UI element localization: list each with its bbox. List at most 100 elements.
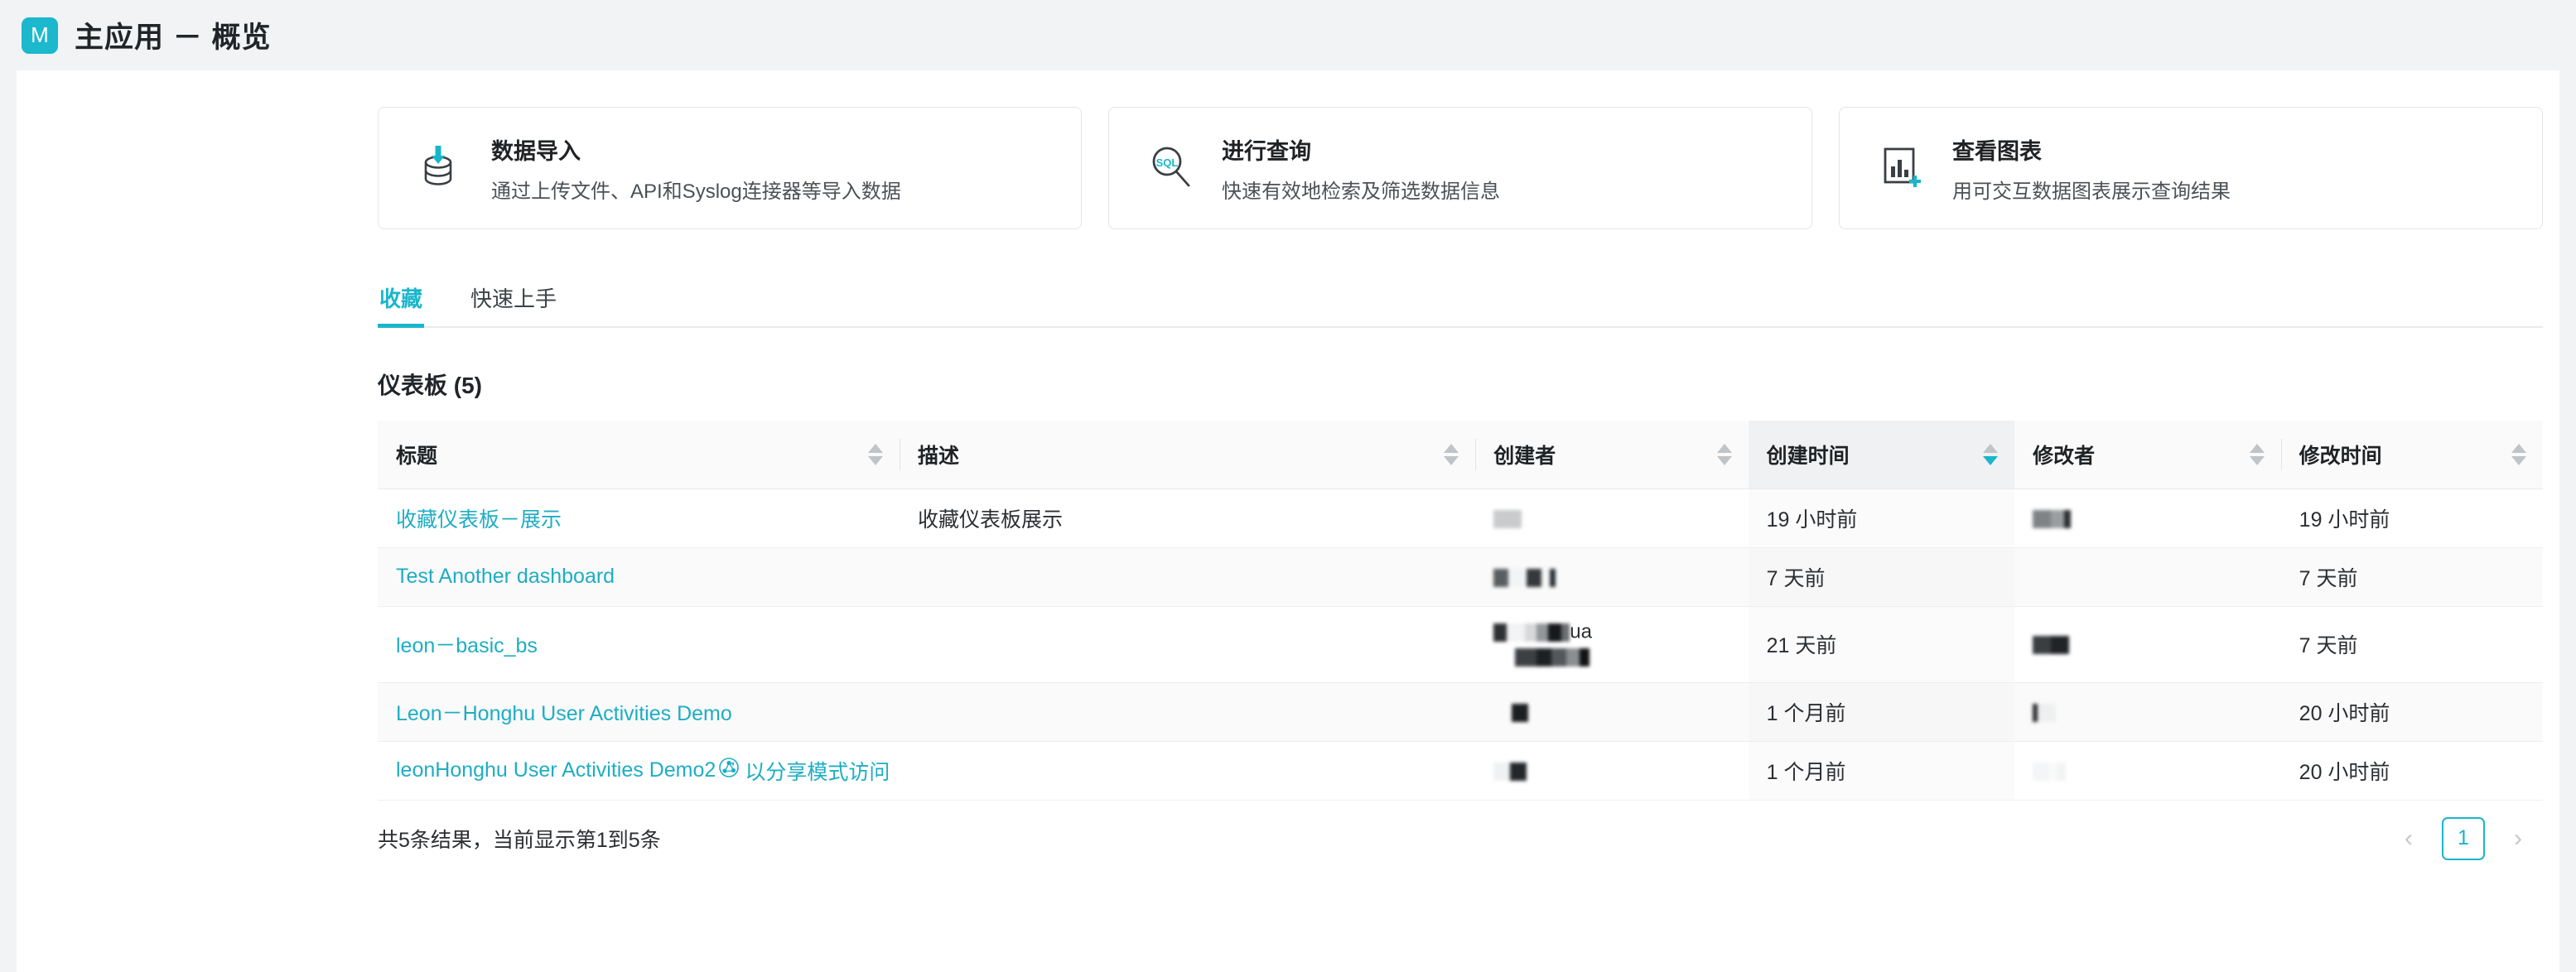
cell-modify-time: 7 天前 (2280, 547, 2543, 607)
sort-toggle-modifier[interactable] (2249, 443, 2265, 465)
dashboard-link[interactable]: Leon－Honghu User Activities Demo (396, 697, 732, 727)
card-text: 进行查询 快速有效地检索及筛选数据信息 (1222, 133, 1500, 204)
redacted-username (2033, 633, 2070, 657)
sort-toggle-create-time[interactable] (1983, 443, 1999, 465)
result-count-text: 共5条结果，当前显示第1到5条 (378, 828, 661, 852)
card-text: 查看图表 用可交互数据图表展示查询结果 (1952, 133, 2231, 204)
column-label: 创建者 (1493, 444, 1556, 468)
dashboard-table-wrapper: 标题 描述 创建者 创建时间 修改者 修改时间 收藏仪表板－展示 收藏仪表板展示… (378, 421, 2543, 801)
sql-search-icon: SQL (1147, 142, 1199, 194)
cell-modifier (2014, 547, 2281, 607)
column-header-modifier[interactable]: 修改者 (2014, 421, 2281, 489)
column-header-title[interactable]: 标题 (378, 421, 900, 489)
cell-modify-time: 7 天前 (2280, 606, 2543, 683)
cell-modifier (2014, 606, 2281, 683)
cell-title: 收藏仪表板－展示 (378, 488, 900, 548)
column-header-modify-time[interactable]: 修改时间 (2280, 421, 2543, 489)
card-title: 查看图表 (1952, 138, 2042, 164)
cell-title: Test Another dashboard (378, 547, 900, 607)
cell-modifier (2014, 682, 2281, 742)
cell-modify-time: 20 小时前 (2280, 741, 2543, 801)
redacted-username (1493, 565, 1556, 589)
table-row[interactable]: Leon－Honghu User Activities Demo 1 个月前 2… (378, 682, 2543, 742)
creator-name-tail: ua (1570, 620, 1592, 643)
cell-title: Leon－Honghu User Activities Demo (378, 682, 900, 742)
card-text: 数据导入 通过上传文件、API和Syslog连接器等导入数据 (491, 133, 901, 204)
sort-desc-icon (2511, 455, 2526, 465)
redacted-username-line2 (1515, 645, 1590, 669)
tab-favorites[interactable]: 收藏 (378, 282, 425, 328)
sort-asc-icon (2511, 443, 2526, 453)
column-header-description[interactable]: 描述 (899, 421, 1476, 489)
app-header: M 主应用 － 概览 (0, 0, 2576, 70)
cell-title: leon－basic_bs (378, 606, 900, 683)
content-panel: 数据导入 通过上传文件、API和Syslog连接器等导入数据 SQL 进行查询 … (17, 70, 2559, 972)
cell-creator (1475, 741, 1749, 801)
card-data-import[interactable]: 数据导入 通过上传文件、API和Syslog连接器等导入数据 (378, 107, 1082, 229)
section-title: 仪表板 (5) (378, 373, 483, 398)
table-body: 收藏仪表板－展示 收藏仪表板展示 19 小时前 19 小时前 Test Anot… (378, 488, 2543, 801)
pagination-prev-button[interactable]: ‹ (2394, 820, 2424, 857)
table-row[interactable]: Test Another dashboard 7 天前 7 天前 (378, 547, 2543, 607)
cell-description (899, 547, 1476, 607)
chart-add-icon (1878, 142, 1929, 194)
cell-title: leonHonghu User Activities Demo2 以分享模式访问 (378, 741, 900, 801)
sort-toggle-modify-time[interactable] (2511, 443, 2526, 465)
cell-creator: ua (1475, 606, 1749, 683)
dashboard-link[interactable]: Test Another dashboard (396, 565, 615, 589)
cell-creator (1475, 547, 1749, 607)
redacted-username (1493, 758, 1527, 782)
cell-create-time: 1 个月前 (1748, 741, 2015, 801)
dashboard-link[interactable]: 收藏仪表板－展示 (396, 503, 562, 533)
redacted-username (1512, 700, 1529, 724)
dashboard-table: 标题 描述 创建者 创建时间 修改者 修改时间 收藏仪表板－展示 收藏仪表板展示… (378, 421, 2543, 801)
sort-desc-icon (867, 455, 883, 465)
table-footer: 共5条结果，当前显示第1到5条 ‹ 1 › (378, 801, 2543, 877)
table-row[interactable]: 收藏仪表板－展示 收藏仪表板展示 19 小时前 19 小时前 (378, 488, 2543, 548)
card-title: 进行查询 (1222, 138, 1311, 164)
sort-desc-icon-active (1983, 455, 1999, 465)
cell-create-time: 19 小时前 (1748, 488, 2015, 548)
redacted-username (2033, 758, 2067, 782)
table-row[interactable]: leonHonghu User Activities Demo2 以分享模式访问… (378, 741, 2543, 801)
card-description: 快速有效地检索及筛选数据信息 (1222, 180, 1500, 203)
cell-modifier (2014, 488, 2281, 548)
cell-description: 收藏仪表板展示 (899, 488, 1476, 548)
cell-description (899, 606, 1476, 683)
column-label: 标题 (396, 444, 438, 468)
sort-asc-icon (1716, 443, 1732, 453)
dashboard-link[interactable]: leonHonghu User Activities Demo2 以分享模式访问 (396, 756, 890, 786)
pagination-page-1[interactable]: 1 (2442, 816, 2485, 860)
pagination: ‹ 1 › (2394, 816, 2543, 860)
share-mode-label: 以分享模式访问 (745, 760, 890, 784)
table-head: 标题 描述 创建者 创建时间 修改者 修改时间 (378, 421, 2543, 489)
cell-create-time: 21 天前 (1748, 606, 2015, 683)
sort-desc-icon (2249, 455, 2265, 465)
column-label: 创建时间 (1766, 444, 1850, 468)
sort-asc-icon (1983, 443, 1999, 453)
column-label: 修改时间 (2299, 444, 2382, 468)
cell-modifier (2014, 741, 2281, 801)
card-description: 用可交互数据图表展示查询结果 (1952, 180, 2231, 203)
pagination-next-button[interactable]: › (2503, 820, 2533, 857)
cell-modify-time: 19 小时前 (2280, 488, 2543, 548)
column-label: 描述 (917, 444, 959, 468)
tab-quick-start[interactable]: 快速上手 (469, 282, 558, 326)
card-view-chart[interactable]: 查看图表 用可交互数据图表展示查询结果 (1839, 107, 2543, 229)
column-divider (2280, 439, 2282, 470)
card-run-query[interactable]: SQL 进行查询 快速有效地检索及筛选数据信息 (1108, 107, 1812, 229)
sort-toggle-creator[interactable] (1716, 443, 1732, 465)
redacted-username (2033, 506, 2072, 530)
dashboard-link[interactable]: leon－basic_bs (396, 629, 538, 659)
cell-create-time: 1 个月前 (1748, 682, 2015, 742)
app-logo: M (22, 17, 58, 54)
column-header-creator[interactable]: 创建者 (1475, 421, 1749, 489)
column-header-create-time[interactable]: 创建时间 (1748, 421, 2015, 489)
sort-toggle-description[interactable] (1444, 443, 1459, 465)
sort-desc-icon (1444, 455, 1459, 465)
table-row[interactable]: leon－basic_bs ua 21 天前 7 天前 (378, 606, 2543, 683)
redacted-username (1493, 506, 1522, 530)
page-title: 主应用 － 概览 (75, 22, 272, 54)
sort-toggle-title[interactable] (867, 443, 883, 465)
quick-action-cards: 数据导入 通过上传文件、API和Syslog连接器等导入数据 SQL 进行查询 … (17, 70, 2559, 229)
